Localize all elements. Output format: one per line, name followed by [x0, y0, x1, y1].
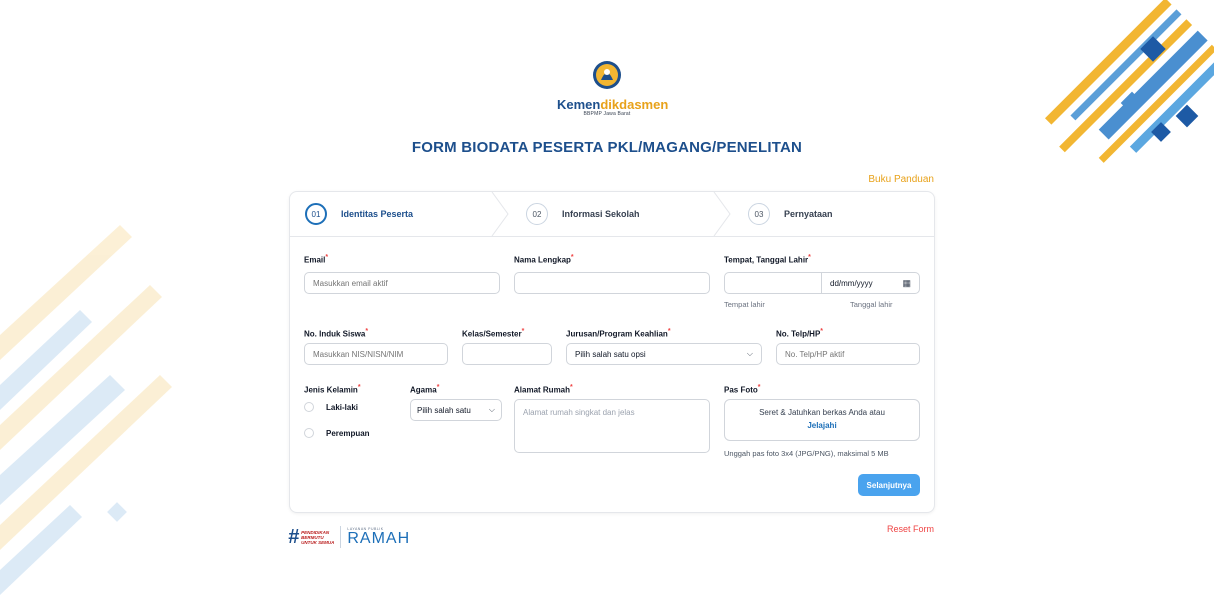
- step-pernyataan[interactable]: 03 Pernyataan: [748, 192, 833, 236]
- birth-date-hint: Tanggal lahir: [850, 300, 893, 309]
- chevron-down-icon: ⌵: [746, 349, 753, 358]
- reset-form-link[interactable]: Reset Form: [887, 524, 934, 534]
- step-number: 02: [526, 203, 548, 225]
- radio-label: Perempuan: [326, 428, 370, 438]
- address-placeholder: Alamat rumah singkat dan jelas: [523, 408, 635, 417]
- step-identitas-peserta[interactable]: 01 Identitas Peserta: [305, 192, 413, 236]
- major-label: Jurusan/Program Keahlian*: [566, 328, 671, 339]
- photo-hint: Unggah pas foto 3x4 (JPG/PNG), maksimal …: [724, 449, 889, 458]
- step-label: Informasi Sekolah: [562, 209, 640, 219]
- stepper: 01 Identitas Peserta 02 Informasi Sekola…: [290, 192, 934, 237]
- gender-option-male[interactable]: Laki-laki: [304, 402, 358, 412]
- decorative-stripes-left: [0, 225, 172, 595]
- step-separator-icon: [713, 192, 731, 236]
- page-title: FORM BIODATA PESERTA PKL/MAGANG/PENELITA…: [411, 139, 803, 156]
- class-label: Kelas/Semester*: [462, 328, 525, 339]
- logo-text-part1: Kemen: [557, 97, 601, 112]
- step-informasi-sekolah[interactable]: 02 Informasi Sekolah: [526, 192, 640, 236]
- step-label: Pernyataan: [784, 209, 833, 219]
- full-name-label: Nama Lengkap*: [514, 254, 574, 265]
- header: Kemendikdasmen BBPMP Jawa Barat: [0, 60, 1214, 117]
- address-field[interactable]: Alamat rumah singkat dan jelas: [514, 399, 710, 453]
- chevron-down-icon: ⌵: [488, 405, 495, 414]
- radio-button[interactable]: [304, 428, 314, 438]
- divider: [340, 526, 342, 548]
- form-card: 01 Identitas Peserta 02 Informasi Sekola…: [289, 191, 935, 513]
- radio-button[interactable]: [304, 402, 314, 412]
- birth-date-field[interactable]: dd/mm/yyyy ▦: [821, 272, 920, 294]
- religion-label: Agama*: [410, 384, 440, 395]
- kemendikdasmen-logo: Kemendikdasmen BBPMP Jawa Barat: [557, 60, 668, 117]
- religion-select[interactable]: Pilih salah satu ⌵: [410, 399, 502, 421]
- guide-book-link[interactable]: Buku Panduan: [868, 174, 934, 185]
- ramah-logo: LAYANAN PUBLIK RAMAH: [347, 527, 410, 547]
- student-id-field[interactable]: [304, 343, 448, 365]
- calendar-icon[interactable]: ▦: [902, 278, 911, 289]
- dropzone-text: Seret & Jatuhkan berkas Anda atau: [759, 408, 885, 417]
- email-field[interactable]: [304, 272, 500, 294]
- radio-label: Laki-laki: [326, 402, 359, 412]
- footer-logos: # PENDIDIKAN BERMUTU UNTUK SEMUA LAYANAN…: [288, 526, 410, 548]
- birth-place-field[interactable]: [724, 272, 822, 294]
- student-id-label: No. Induk Siswa*: [304, 328, 369, 339]
- major-selected: Pilih salah satu opsi: [575, 349, 646, 359]
- full-name-field[interactable]: [514, 272, 710, 294]
- hashtag-line: UNTUK SEMUA: [301, 539, 335, 545]
- email-label: Email*: [304, 254, 329, 265]
- birth-label: Tempat, Tanggal Lahir*: [724, 254, 811, 265]
- address-label: Alamat Rumah*: [514, 384, 573, 395]
- logo-text-part2: dikdasmen: [600, 97, 669, 112]
- tut-wuri-handayani-emblem-icon: [593, 61, 621, 89]
- next-button[interactable]: Selanjutnya: [858, 474, 920, 496]
- class-field[interactable]: [462, 343, 552, 365]
- browse-link[interactable]: Jelajahi: [725, 421, 919, 430]
- step-separator-icon: [491, 192, 509, 236]
- date-value: dd/mm/yyyy: [830, 278, 873, 288]
- religion-selected: Pilih salah satu: [417, 405, 471, 415]
- hashtag-icon: #: [288, 526, 300, 548]
- step-label: Identitas Peserta: [341, 209, 414, 219]
- phone-label: No. Telp/HP*: [776, 328, 824, 339]
- step-number: 01: [305, 203, 327, 225]
- birth-place-hint: Tempat lahir: [724, 300, 765, 309]
- photo-dropzone[interactable]: Seret & Jatuhkan berkas Anda atau Jelaja…: [724, 399, 920, 441]
- photo-label: Pas Foto*: [724, 384, 761, 395]
- phone-field[interactable]: [776, 343, 920, 365]
- gender-label: Jenis Kelamin*: [304, 384, 361, 395]
- pendidikan-bermutu-logo: # PENDIDIKAN BERMUTU UNTUK SEMUA: [288, 527, 334, 547]
- ramah-text: RAMAH: [347, 530, 411, 547]
- major-select[interactable]: Pilih salah satu opsi ⌵: [566, 343, 762, 365]
- gender-option-female[interactable]: Perempuan: [304, 428, 370, 438]
- step-number: 03: [748, 203, 770, 225]
